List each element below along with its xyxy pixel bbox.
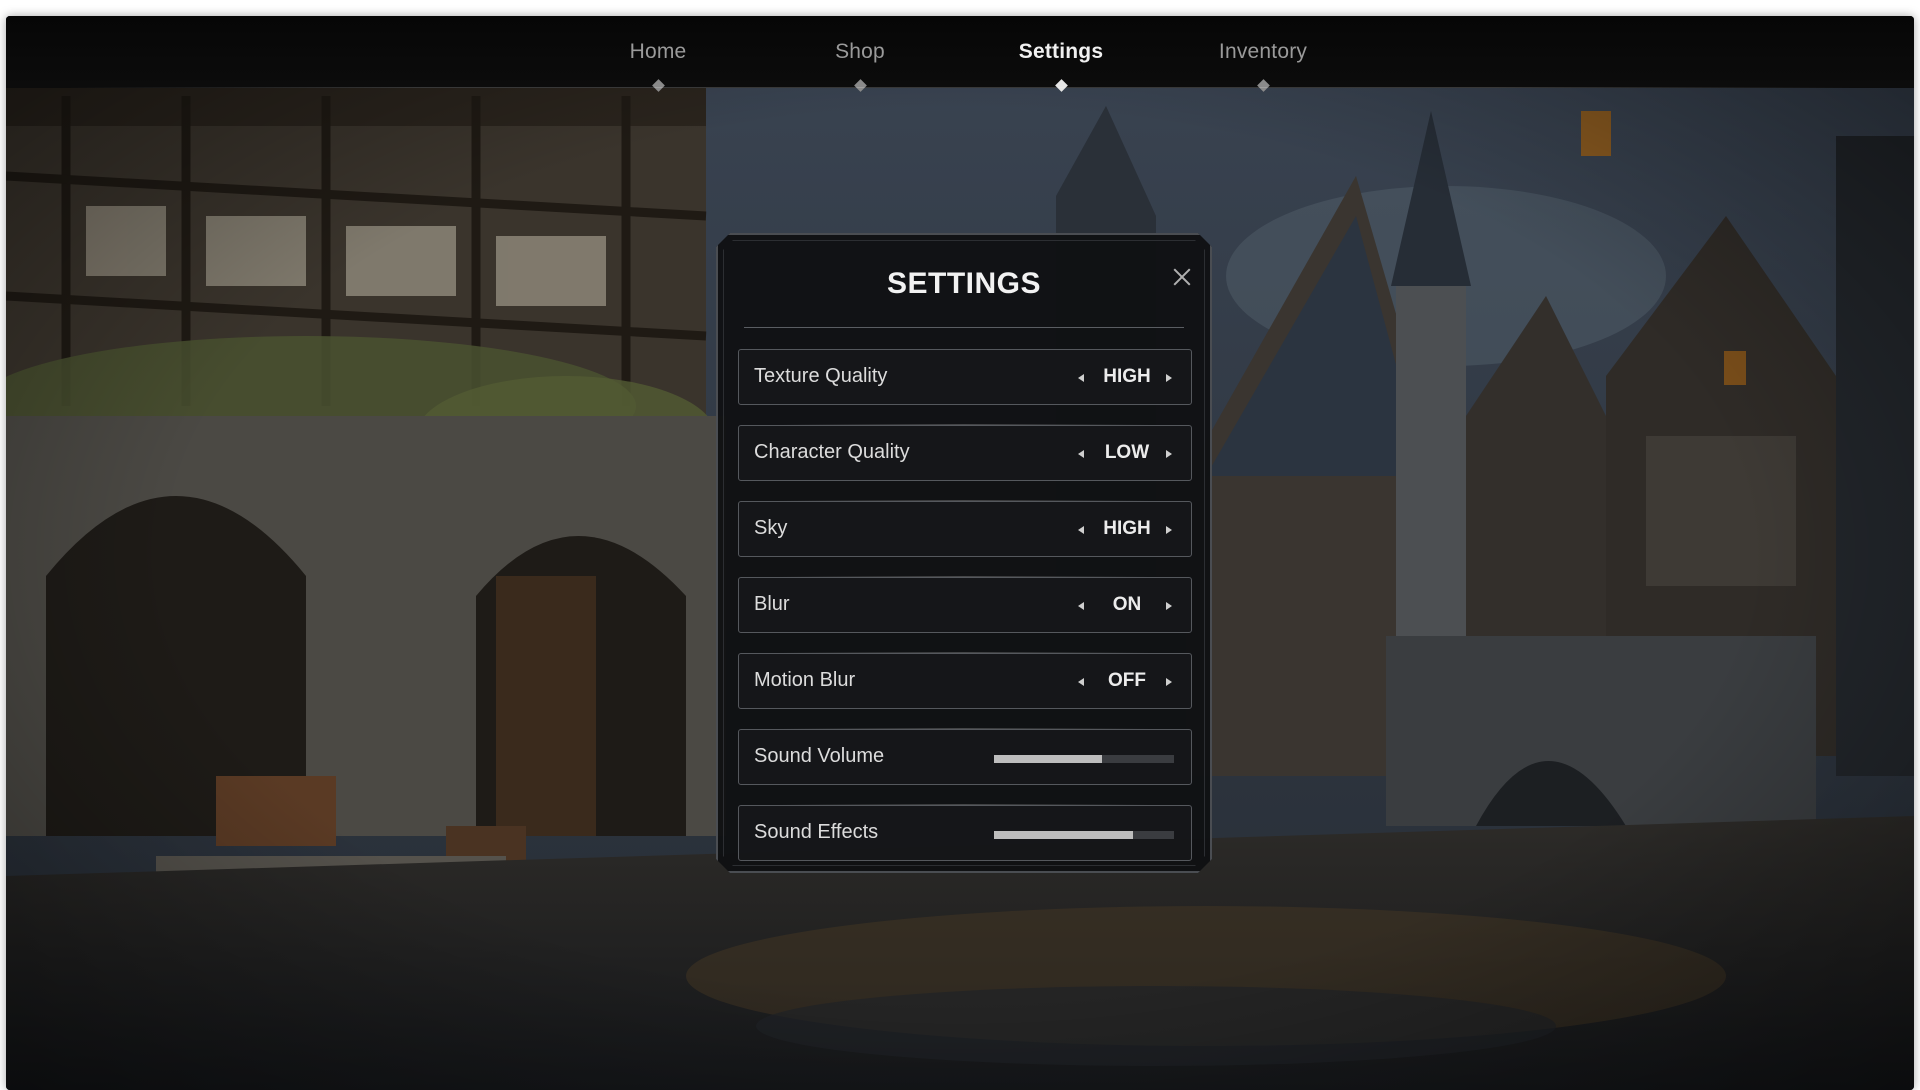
arrow-right-icon[interactable] (1159, 521, 1177, 539)
setting-label: Motion Blur (754, 669, 856, 691)
sound-effects-slider[interactable] (994, 831, 1174, 839)
setting-label: Sky (754, 517, 788, 539)
setting-row-texture-quality: Texture Quality HIGH (738, 349, 1192, 405)
setting-label: Sound Volume (754, 745, 885, 767)
title-divider (744, 327, 1184, 328)
arrow-left-icon[interactable] (1073, 369, 1091, 387)
close-icon[interactable] (1170, 265, 1194, 289)
arrow-left-icon[interactable] (1073, 673, 1091, 691)
setting-label: Character Quality (754, 441, 910, 463)
setting-value: HIGH (1103, 366, 1151, 387)
arrow-right-icon[interactable] (1159, 369, 1177, 387)
arrow-right-icon[interactable] (1159, 445, 1177, 463)
nav-tab-settings[interactable]: Settings (971, 40, 1151, 64)
arrow-left-icon[interactable] (1073, 445, 1091, 463)
arrow-right-icon[interactable] (1159, 673, 1177, 691)
setting-row-sky: Sky HIGH (738, 501, 1192, 557)
arrow-left-icon[interactable] (1073, 521, 1091, 539)
nav-tab-home[interactable]: Home (568, 40, 748, 64)
setting-label: Sound Effects (754, 821, 879, 843)
setting-value: ON (1112, 594, 1142, 615)
slider-fill (994, 831, 1133, 839)
panel-title: SETTINGS (886, 267, 1041, 300)
setting-row-sound-effects: Sound Effects (738, 805, 1192, 861)
setting-value: OFF (1108, 670, 1146, 691)
game-window: Home Shop Settings Inventory SETTINGS Te… (6, 16, 1914, 1090)
sound-volume-slider[interactable] (994, 755, 1174, 763)
setting-row-blur: Blur ON (738, 577, 1192, 633)
setting-row-motion-blur: Motion Blur OFF (738, 653, 1192, 709)
nav-tab-inventory[interactable]: Inventory (1173, 40, 1353, 64)
setting-label: Blur (754, 593, 790, 615)
setting-value: HIGH (1103, 518, 1151, 539)
nav-tab-shop[interactable]: Shop (770, 40, 950, 64)
arrow-left-icon[interactable] (1073, 597, 1091, 615)
setting-value: LOW (1104, 442, 1150, 463)
setting-row-character-quality: Character Quality LOW (738, 425, 1192, 481)
slider-fill (994, 755, 1102, 763)
setting-row-sound-volume: Sound Volume (738, 729, 1192, 785)
setting-label: Texture Quality (754, 365, 888, 387)
arrow-right-icon[interactable] (1159, 597, 1177, 615)
top-nav: Home Shop Settings Inventory (6, 16, 1914, 92)
settings-panel: SETTINGS Texture Quality HIGH Character … (716, 233, 1212, 873)
